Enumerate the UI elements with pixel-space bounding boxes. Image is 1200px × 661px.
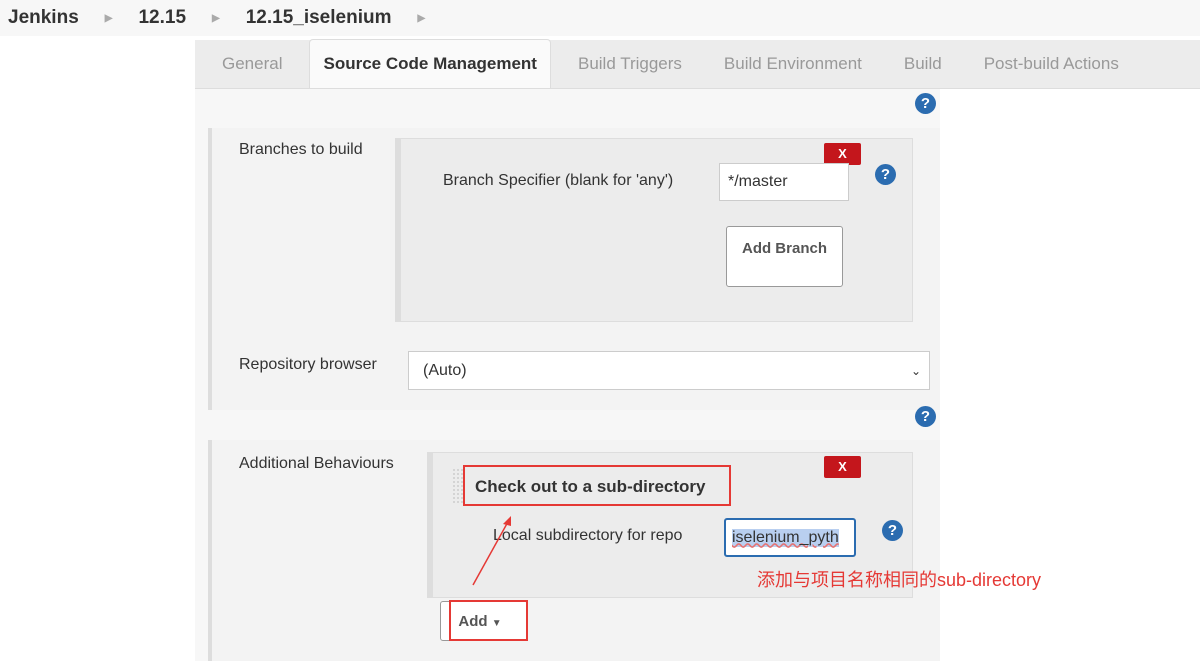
repo-browser-value: (Auto) [423,361,467,379]
branches-label: Branches to build [239,141,363,158]
tab-build[interactable]: Build [904,54,942,88]
delete-behaviour-button[interactable]: X [824,456,861,478]
subdir-value: iselenium_pyth [732,528,839,547]
branch-specifier-label: Branch Specifier (blank for 'any') [443,172,674,189]
tab-general[interactable]: General [222,54,282,88]
config-tabs: General Source Code Management Build Tri… [195,39,1200,89]
help-icon[interactable]: ? [882,520,903,541]
help-icon[interactable]: ? [915,93,936,114]
additional-behaviours-label: Additional Behaviours [239,455,394,472]
breadcrumb-folder[interactable]: 12.15 [138,7,186,29]
chevron-right-icon[interactable]: ▶ [212,13,220,24]
breadcrumb-jenkins[interactable]: Jenkins [8,7,79,29]
tab-source-code-management[interactable]: Source Code Management [309,39,551,88]
delete-branch-button[interactable]: X [824,143,861,165]
repo-browser-select[interactable]: (Auto) ⌄ [408,351,930,390]
annotation-box [449,600,528,641]
help-icon[interactable]: ? [915,406,936,427]
breadcrumb: Jenkins ▶ 12.15 ▶ 12.15_iselenium ▶ [0,0,1200,36]
help-icon[interactable]: ? [875,164,896,185]
tab-build-triggers[interactable]: Build Triggers [578,54,682,88]
branch-specifier-input[interactable]: */master [719,163,849,201]
annotation-text: 添加与项目名称相同的sub-directory [757,570,1042,590]
repo-browser-label: Repository browser [239,356,377,373]
breadcrumb-job[interactable]: 12.15_iselenium [246,7,392,29]
subdir-input[interactable]: iselenium_pyth [724,518,856,557]
behaviour-title: Check out to a sub-directory [463,465,731,506]
tab-post-build-actions[interactable]: Post-build Actions [984,54,1119,88]
chevron-down-icon: ⌄ [910,363,921,378]
tab-build-environment[interactable]: Build Environment [724,54,862,88]
chevron-right-icon[interactable]: ▶ [417,13,425,24]
chevron-right-icon[interactable]: ▶ [105,13,113,24]
add-branch-button[interactable]: Add Branch [726,226,843,287]
annotation-arrow-icon [472,516,511,586]
